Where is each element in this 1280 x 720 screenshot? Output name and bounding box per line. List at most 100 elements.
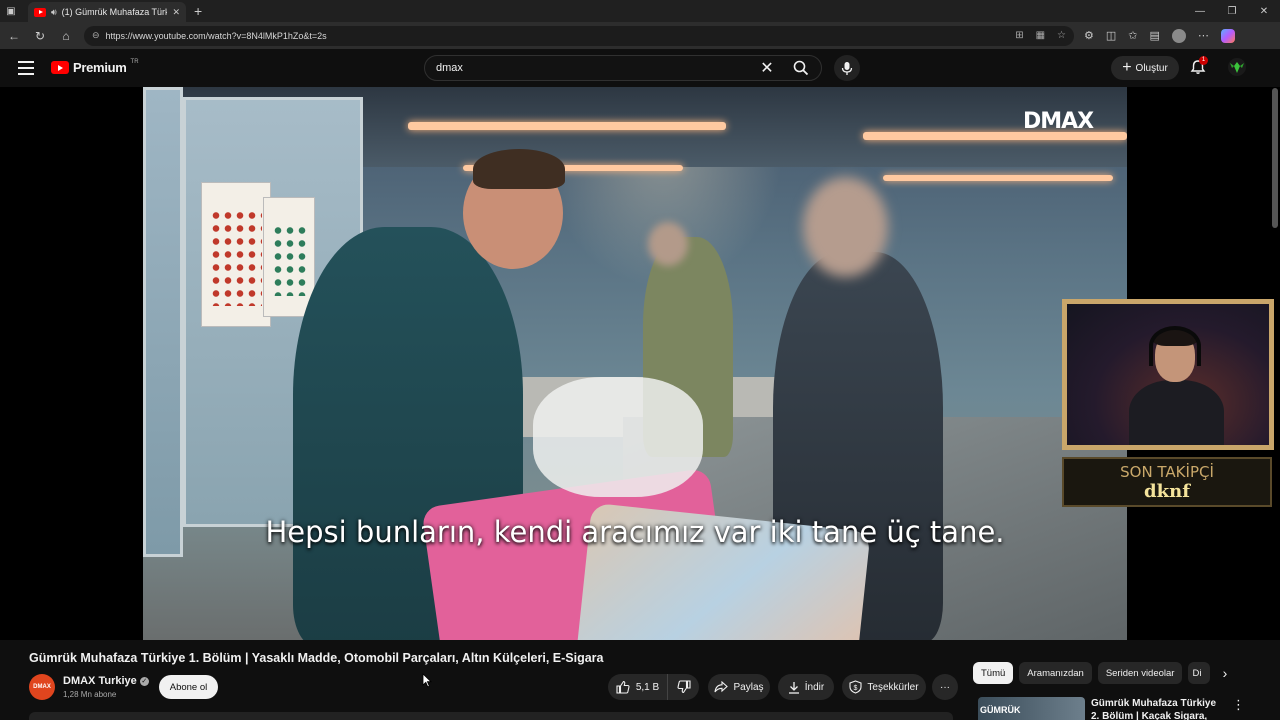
account-avatar[interactable] [1228,58,1246,76]
plus-icon: + [1122,59,1132,76]
description-box[interactable] [29,712,953,720]
webcam-feed [1067,304,1269,445]
minimize-icon[interactable]: — [1184,6,1216,17]
more-actions-button[interactable]: ··· [932,674,958,700]
create-label: Oluştur [1135,62,1168,74]
youtube-favicon-icon [34,7,46,17]
youtube-header: Premium TR dmax ✕ + Oluştur 1 [0,49,1280,87]
verified-icon: ✓ [139,677,149,686]
region-code: TR [130,58,139,65]
window-controls: — ❐ ✕ [1184,6,1280,17]
dislike-button[interactable] [668,674,699,700]
thanks-button[interactable]: $ Teşekkürler [842,674,926,700]
more-icon: ··· [940,681,950,693]
extensions-icon[interactable]: ⚙ [1084,29,1094,42]
notifications-button[interactable]: 1 [1190,56,1208,75]
refresh-icon[interactable]: ↻ [32,29,48,43]
svg-text:$: $ [854,685,858,692]
address-bar-row: ← ↻ ⌂ ⊖ https://www.youtube.com/watch?v=… [0,22,1280,49]
channel-watermark: DMAX [1023,109,1094,134]
video-frame[interactable]: DMAX Hepsi bunların, kendi aracımız var … [143,87,1127,640]
ceiling-light [408,122,726,130]
super-thanks-icon: $ [849,680,862,694]
translate-icon[interactable]: ⊞ [1015,30,1023,41]
webcam-overlay [1062,299,1274,450]
reader-icon[interactable]: ▦ [1036,30,1045,41]
download-button[interactable]: İndir [778,674,834,700]
clear-search-icon[interactable]: ✕ [753,58,781,78]
search-box: dmax ✕ [424,55,822,81]
download-label: İndir [804,681,825,693]
download-icon [788,681,799,694]
url-text: https://www.youtube.com/watch?v=8N4lMkP1… [105,30,327,41]
microphone-icon [841,61,853,75]
new-tab-button[interactable]: + [194,3,202,19]
collections-icon[interactable]: ▤ [1150,29,1160,42]
url-field[interactable]: ⊖ https://www.youtube.com/watch?v=8N4lMk… [84,25,1074,46]
subscribe-button[interactable]: Abone ol [159,675,218,699]
wall-poster [263,197,315,317]
thumbnail-text: GÜMRÜK [980,705,1021,715]
split-screen-icon[interactable]: ◫ [1106,29,1116,42]
chevron-right-icon[interactable]: › [1216,664,1234,682]
video-title: Gümrük Muhafaza Türkiye 1. Bölüm | Yasak… [29,651,604,665]
chip-series-videos[interactable]: Seriden videolar [1097,662,1183,684]
mouse-cursor-icon [422,673,432,688]
like-button[interactable]: 5,1 B [608,674,668,700]
vertical-dots-icon[interactable]: ⋮ [1232,697,1245,713]
url-actions: ⊞ ▦ ☆ [1015,30,1066,41]
create-button[interactable]: + Oluştur [1111,56,1179,80]
chip-all[interactable]: Tümü [973,662,1014,684]
favorite-star-icon[interactable]: ☆ [1057,30,1066,41]
youtube-logo[interactable]: Premium TR [51,58,139,75]
profile-avatar[interactable] [1171,28,1186,43]
subscriber-count: 1,28 Mn abone [63,690,117,699]
share-label: Paylaş [733,681,764,693]
thanks-label: Teşekkürler [867,681,919,693]
recommended-video-thumbnail[interactable]: GÜMRÜK [978,697,1085,720]
tab-title: (1) Gümrük Muhafaza Türkiye [61,7,168,17]
search-input[interactable]: dmax [425,62,753,74]
site-info-icon[interactable]: ⊖ [92,30,100,41]
youtube-play-icon [51,61,69,74]
extension-icons: ⚙ ◫ ✩ ▤ ⋯ [1084,28,1235,43]
like-count: 5,1 B [635,681,660,693]
home-icon[interactable]: ⌂ [58,29,74,43]
window-menu-icon[interactable]: ▣ [0,0,22,22]
wall-poster [201,182,271,327]
menu-icon[interactable] [18,61,34,75]
browser-tab[interactable]: 🔊︎ (1) Gümrük Muhafaza Türkiye ✕ [28,2,186,22]
channel-avatar-text: DMAX [33,684,51,690]
related-filter-chips: Tümü Aramanızdan Seriden videolar Di [973,662,1211,684]
like-dislike-group: 5,1 B [608,674,699,700]
streamer-body [1129,380,1224,445]
channel-avatar[interactable]: DMAX [29,674,55,700]
speaker-icon[interactable]: 🔊︎ [51,7,57,18]
window-close-icon[interactable]: ✕ [1248,6,1280,17]
restore-icon[interactable]: ❐ [1216,6,1248,17]
headphones-icon [1149,326,1201,366]
chip-truncated[interactable]: Di [1188,662,1211,684]
browser-menu-icon[interactable]: ⋯ [1198,29,1209,42]
favorites-icon[interactable]: ✩ [1128,29,1137,42]
recommended-video-title[interactable]: Gümrük Muhafaza Türkiye 2. Bölüm | Kaçak… [1091,697,1221,720]
copilot-icon[interactable] [1220,28,1235,43]
last-follower-panel: SON TAKİPÇİ dknf [1062,457,1272,507]
back-icon[interactable]: ← [6,29,22,43]
officer-hair [473,149,565,189]
tab-close-icon[interactable]: ✕ [172,7,180,18]
search-button[interactable] [781,56,821,80]
brand-name: Premium [73,60,127,75]
page-scrollbar[interactable] [1272,88,1278,228]
glass-wall [143,87,183,557]
browser-tab-bar: ▣ 🔊︎ (1) Gümrük Muhafaza Türkiye ✕ + — ❐… [0,0,1280,22]
thumbs-down-icon [676,680,691,694]
last-follower-label: SON TAKİPÇİ [1120,463,1214,481]
plastic-bags [533,377,703,497]
chip-from-search[interactable]: Aramanızdan [1019,662,1092,684]
account-logo-icon [1230,62,1244,73]
channel-name-link[interactable]: DMAX Turkiye ✓ [63,675,149,687]
ceiling-light [883,175,1113,181]
share-button[interactable]: Paylaş [708,674,770,700]
voice-search-button[interactable] [834,55,860,81]
